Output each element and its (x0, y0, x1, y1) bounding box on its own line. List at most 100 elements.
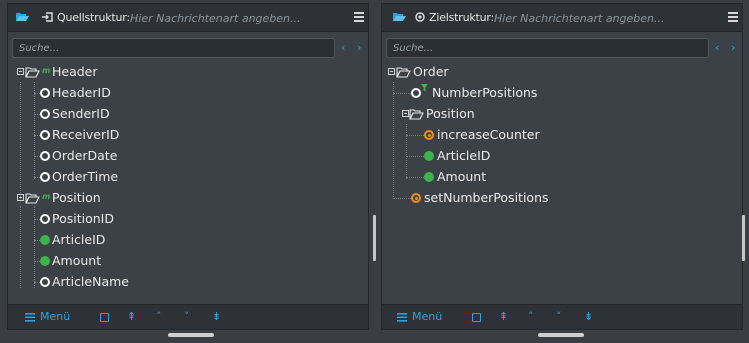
node-ring-icon (40, 88, 50, 98)
vertical-splitter-handle[interactable] (373, 215, 376, 261)
folder-icon: m (25, 192, 50, 204)
search-next-icon[interactable]: › (731, 42, 735, 53)
tree-node-label: OrderDate (52, 148, 118, 163)
message-type-input[interactable] (494, 11, 684, 25)
node-dot-icon (424, 172, 434, 182)
search-next-icon[interactable]: › (357, 42, 361, 53)
tree-node-label: ArticleID (437, 148, 491, 163)
search-input[interactable] (386, 38, 709, 58)
node-ring-icon (40, 214, 50, 224)
folder-open-icon[interactable] (393, 12, 406, 22)
tree-node-label: SenderID (52, 106, 110, 121)
function-icon (424, 130, 434, 140)
function-icon (411, 193, 421, 203)
tree-node-label: Position (426, 106, 475, 121)
folder-icon (396, 67, 411, 78)
tree-node-label: Header (52, 64, 98, 79)
tree-node-label: ArticleID (52, 232, 106, 247)
tree-node-position[interactable]: m Position (8, 188, 208, 208)
panel-header: Zielstruktur: (382, 4, 742, 32)
node-ring-icon (40, 109, 50, 119)
node-ring-icon (411, 88, 421, 98)
tree-node-label: setNumberPositions (424, 190, 549, 205)
node-dot-icon (40, 235, 50, 245)
tree-node-label: OrderTime (52, 169, 119, 184)
scroll-top-icon[interactable]: ⇞ (127, 311, 136, 323)
panel-footer: Menü ⇞ ˄ ˅ ⇟ (8, 304, 368, 329)
message-type-input[interactable] (130, 11, 320, 25)
tree-node-senderid[interactable]: SenderID (8, 104, 208, 124)
tree-node-label: Order (413, 64, 449, 79)
tree-node-label: Amount (52, 253, 102, 268)
node-ring-icon (40, 151, 50, 161)
vertical-scrollbar[interactable] (742, 215, 745, 261)
search-prev-icon[interactable]: ‹ (341, 42, 345, 53)
target-tree: Order NumberPositions Position increaseC… (382, 62, 742, 298)
target-structure-panel: Zielstruktur: ‹ › Order NumberPositions (381, 3, 743, 330)
scroll-top-icon[interactable]: ⇞ (499, 311, 508, 323)
tree-node-setnumberpositions[interactable]: setNumberPositions (382, 188, 602, 208)
svg-text:m: m (42, 66, 50, 75)
select-square-icon[interactable] (100, 313, 109, 322)
collapse-icon[interactable] (388, 68, 395, 75)
node-ring-icon (40, 130, 50, 140)
collapse-icon[interactable] (402, 110, 409, 117)
tree-node-receiverid[interactable]: ReceiverID (8, 125, 208, 145)
hamburger-icon[interactable] (728, 12, 738, 22)
panel-title: Zielstruktur: (429, 11, 495, 24)
node-dot-icon (40, 256, 50, 266)
source-structure-panel: Quellstruktur: ‹ › m Header HeaderID (7, 3, 369, 330)
tree-node-orderdate[interactable]: OrderDate (8, 146, 208, 166)
tree-node-label: HeaderID (52, 85, 111, 100)
search-input[interactable] (12, 38, 335, 58)
scroll-up-icon[interactable]: ˄ (156, 311, 162, 323)
scroll-down-icon[interactable]: ˅ (184, 311, 190, 323)
tree-node-label: PositionID (52, 211, 114, 226)
tree-node-header[interactable]: m Header (8, 62, 208, 82)
source-tree: m Header HeaderID SenderID ReceiverID Or… (8, 62, 368, 298)
funnel-icon (421, 84, 428, 92)
tree-node-label: Amount (437, 169, 487, 184)
select-square-icon[interactable] (472, 313, 481, 322)
search-prev-icon[interactable]: ‹ (715, 42, 719, 53)
menu-icon[interactable] (25, 313, 35, 322)
menu-button[interactable]: Menü (412, 311, 442, 323)
tree-node-label: Position (52, 190, 101, 205)
collapse-icon[interactable] (17, 68, 24, 75)
node-dot-icon (424, 151, 434, 161)
horizontal-scrollbar-right[interactable] (538, 333, 584, 337)
svg-text:m: m (42, 192, 50, 201)
horizontal-scrollbar-left[interactable] (168, 333, 214, 337)
tree-node-increasecounter[interactable]: increaseCounter (382, 125, 582, 145)
tree-node-positionid[interactable]: PositionID (8, 209, 208, 229)
scroll-down-icon[interactable]: ˅ (556, 311, 562, 323)
scroll-bottom-icon[interactable]: ⇟ (584, 311, 593, 323)
tree-node-amount[interactable]: Amount (8, 251, 208, 271)
tree-node-ordertime[interactable]: OrderTime (8, 167, 208, 187)
tree-node-headerid[interactable]: HeaderID (8, 83, 208, 103)
tree-node-amount[interactable]: Amount (382, 167, 582, 187)
hamburger-icon[interactable] (354, 12, 364, 22)
tree-node-order[interactable]: Order (382, 62, 582, 82)
scroll-bottom-icon[interactable]: ⇟ (212, 311, 221, 323)
menu-icon[interactable] (397, 313, 407, 322)
tree-node-position[interactable]: Position (382, 104, 582, 124)
tree-node-articleid[interactable]: ArticleID (8, 230, 208, 250)
scroll-up-icon[interactable]: ˄ (528, 311, 534, 323)
tree-node-articlename[interactable]: ArticleName (8, 272, 208, 292)
node-ring-icon (40, 172, 50, 182)
tree-node-label: ReceiverID (52, 127, 120, 142)
folder-icon (409, 109, 424, 120)
import-icon[interactable] (42, 12, 53, 22)
tree-node-label: increaseCounter (437, 127, 540, 142)
tree-node-numberpositions[interactable]: NumberPositions (382, 83, 582, 103)
folder-open-icon[interactable] (16, 12, 29, 22)
menu-button[interactable]: Menü (40, 311, 70, 323)
tree-node-label: NumberPositions (432, 85, 538, 100)
collapse-icon[interactable] (17, 194, 24, 201)
panel-title: Quellstruktur: (57, 11, 130, 24)
panel-footer: Menü ⇞ ˄ ˅ ⇟ (382, 304, 742, 329)
folder-icon: m (25, 66, 50, 78)
target-icon[interactable] (415, 12, 425, 22)
tree-node-articleid[interactable]: ArticleID (382, 146, 582, 166)
